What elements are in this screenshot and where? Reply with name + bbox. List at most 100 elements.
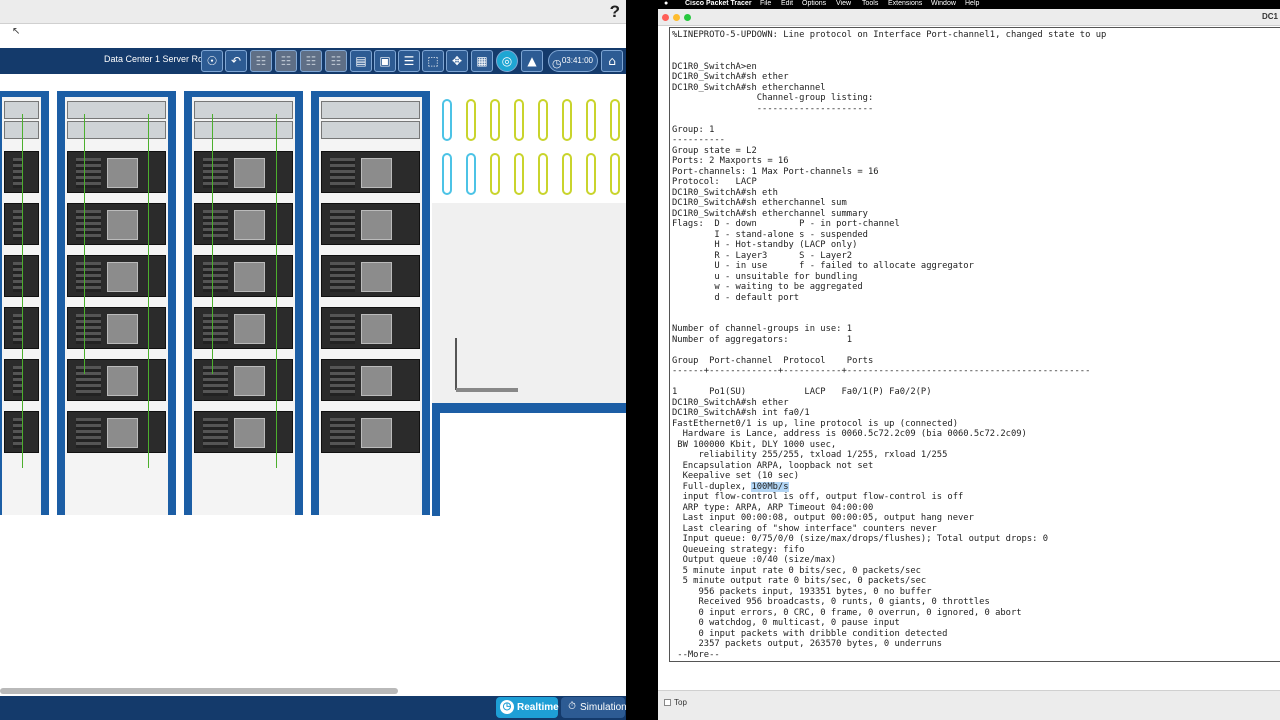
simulation-button[interactable]: ⏱ Simulation [561, 697, 627, 718]
terminal-line-text: Last input 00:00:08, output 00:00:05, ou… [672, 513, 974, 523]
close-window-icon[interactable] [662, 14, 669, 21]
cable-coil[interactable] [514, 153, 524, 195]
terminal-line-text: reliability 255/255, txload 1/255, rxloa… [672, 450, 948, 460]
rack-server[interactable] [321, 411, 420, 453]
zoom-window-icon[interactable] [684, 14, 691, 21]
stopwatch-icon: ⏱ [565, 700, 579, 714]
select-area-icon[interactable]: ⬚ [422, 50, 444, 72]
rack-switch[interactable] [321, 121, 420, 139]
rack-server[interactable] [194, 307, 293, 349]
home-icon[interactable]: ⌂ [601, 50, 623, 72]
cable-coil[interactable] [514, 99, 524, 141]
cable-coil[interactable] [490, 99, 500, 141]
rack-server[interactable] [194, 203, 293, 245]
rack-icon-3[interactable]: ☷ [300, 50, 322, 72]
terminal-line: 2357 packets output, 263570 bytes, 0 und… [672, 639, 1106, 650]
terminal-line-text: Flags: D - down P - in port-channel [672, 219, 900, 229]
undo-icon[interactable]: ↶ [225, 50, 247, 72]
cable-coil[interactable] [442, 153, 452, 195]
grid-icon[interactable]: ▦ [471, 50, 493, 72]
realtime-button[interactable]: ◷ Realtime [496, 697, 559, 718]
rack-3[interactable] [184, 91, 303, 515]
rack-switch[interactable] [67, 101, 166, 119]
menu-view[interactable]: View [836, 0, 851, 7]
terminal-line-text: Keepalive set (10 sec) [672, 471, 800, 481]
cable-coil[interactable] [466, 153, 476, 195]
menu-options[interactable]: Options [802, 0, 826, 7]
terminal-line: Input queue: 0/75/0/0 (size/max/drops/fl… [672, 534, 1106, 545]
rack-icon-1[interactable]: ☷ [250, 50, 272, 72]
menu-extensions[interactable]: Extensions [888, 0, 922, 7]
minimize-window-icon[interactable] [673, 14, 680, 21]
cable-coil[interactable] [586, 99, 596, 141]
rack-server[interactable] [194, 255, 293, 297]
rack-1[interactable] [0, 91, 49, 515]
rack-icon-4[interactable]: ☷ [325, 50, 347, 72]
add-device-icon[interactable]: ▤ [350, 50, 372, 72]
rack-server[interactable] [67, 307, 166, 349]
cli-terminal[interactable]: %LINEPROTO-5-UPDOWN: Line protocol on In… [669, 27, 1280, 662]
rack-icon-2[interactable]: ☷ [275, 50, 297, 72]
terminal-line-text: DC1R0_SwitchA>en [672, 61, 757, 72]
landscape-icon[interactable]: ▲ [521, 50, 543, 72]
terminal-line: FastEthernet0/1 is up, line protocol is … [672, 419, 1106, 430]
left-top-bar: ? [0, 0, 626, 24]
rack-server[interactable] [321, 307, 420, 349]
rack-switch[interactable] [194, 121, 293, 139]
cable-coil[interactable] [538, 153, 548, 195]
cable-coil[interactable] [610, 153, 620, 195]
server-room-workspace[interactable] [0, 74, 626, 518]
cable-coil[interactable] [586, 153, 596, 195]
cable-coil[interactable] [562, 153, 572, 195]
terminal-line: 0 watchdog, 0 multicast, 0 pause input [672, 618, 1106, 629]
rack-server[interactable] [321, 359, 420, 401]
cable-coil[interactable] [610, 99, 620, 141]
mac-menubar: ● Cisco Packet Tracer File Edit Options … [658, 0, 1280, 9]
add-note-icon[interactable]: ▣ [374, 50, 396, 72]
move-icon[interactable]: ✥ [446, 50, 468, 72]
rack-server[interactable] [67, 255, 166, 297]
rack-server[interactable] [321, 203, 420, 245]
wireless-icon[interactable]: ◎ [496, 50, 518, 72]
rack-server[interactable] [194, 359, 293, 401]
terminal-line-text: Output queue :0/40 (size/max) [672, 555, 837, 565]
terminal-line-text: Number of channel-groups in use: 1 [672, 324, 853, 334]
menu-tools[interactable]: Tools [862, 0, 878, 7]
rack-switch[interactable] [194, 101, 293, 119]
rack-2[interactable] [57, 91, 176, 515]
menu-edit[interactable]: Edit [781, 0, 793, 7]
horizontal-scrollbar[interactable] [0, 688, 398, 694]
help-icon[interactable]: ? [610, 2, 620, 22]
cable-coil[interactable] [466, 99, 476, 141]
menu-help[interactable]: Help [965, 0, 979, 7]
rack-switch[interactable] [321, 101, 420, 119]
navigation-icon[interactable]: ☉ [201, 50, 223, 72]
terminal-line: U - in use f - failed to allocate aggreg… [672, 261, 1106, 272]
list-icon[interactable]: ☰ [398, 50, 420, 72]
terminal-line-text: Protocol: LACP [672, 177, 757, 187]
rack-4[interactable] [311, 91, 430, 515]
cable-coil[interactable] [538, 99, 548, 141]
rack-server[interactable] [194, 151, 293, 193]
menu-window[interactable]: Window [931, 0, 956, 7]
cable-coil[interactable] [442, 99, 452, 141]
rack-switch[interactable] [67, 121, 166, 139]
cable-coil[interactable] [562, 99, 572, 141]
cable-coil[interactable] [490, 153, 500, 195]
rack-server[interactable] [321, 151, 420, 193]
rack-server[interactable] [67, 151, 166, 193]
terminal-line: 1 Po1(SU) LACP Fa0/1(P) Fa0/2(P) [672, 387, 1106, 398]
laptop-device[interactable] [444, 338, 518, 398]
menu-app-name[interactable]: Cisco Packet Tracer [685, 0, 752, 7]
rack-server[interactable] [321, 255, 420, 297]
rack-server[interactable] [67, 411, 166, 453]
terminal-line: Queueing strategy: fifo [672, 545, 1106, 556]
menu-file[interactable]: File [760, 0, 771, 7]
rack-server[interactable] [194, 411, 293, 453]
rack-server[interactable] [67, 359, 166, 401]
rack-server[interactable] [67, 203, 166, 245]
apple-icon[interactable]: ● [664, 0, 668, 7]
top-checkbox-box[interactable] [664, 699, 671, 706]
